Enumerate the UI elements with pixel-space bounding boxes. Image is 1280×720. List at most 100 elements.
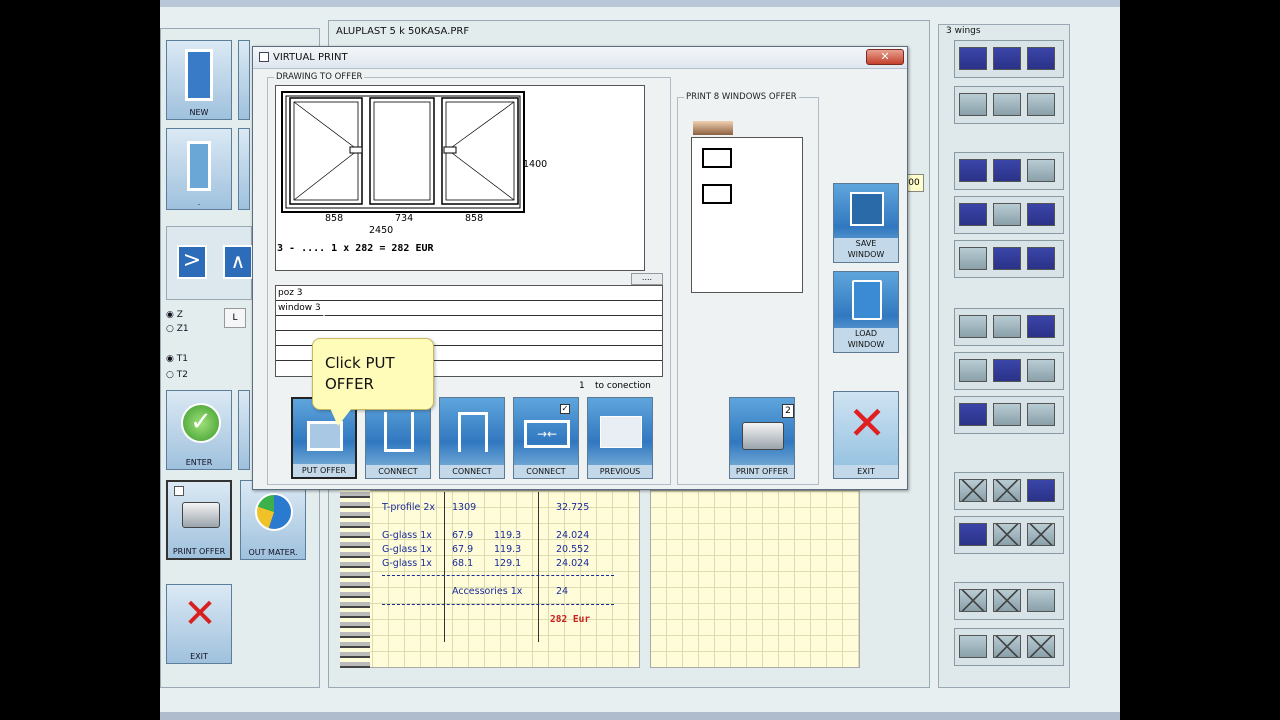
radio-t2[interactable]: ○ T2 [166,370,206,380]
dim-total: 2450 [369,225,394,236]
nb-row0-b: 1309 [452,502,477,513]
wing-config-option[interactable] [954,152,1064,190]
wing-pane [1027,159,1055,182]
wing-pane [959,159,987,182]
wing-config-option[interactable] [954,582,1064,620]
dialog-exit-label: EXIT [834,465,898,478]
nb-row1-c: 119.3 [494,530,522,541]
print-offer-label: PRINT OFFER [730,465,794,478]
dialog-title-bar: VIRTUAL PRINT ✕ [253,47,907,69]
checkbox[interactable]: ✓ [560,404,570,414]
wing-pane [1027,47,1055,70]
wing-pane [959,479,987,502]
dialog-exit-button[interactable]: ✕ EXIT [833,391,899,479]
wing-config-option[interactable] [954,396,1064,434]
nb-row3-b: 68.1 [452,558,474,569]
dot-label: . [197,198,201,207]
mini-window-icon [702,184,732,204]
print-count-badge: 2 [782,404,794,418]
nb-row1-b: 67.9 [452,530,474,541]
wing-config-option[interactable] [954,40,1064,78]
print-offer-button[interactable]: 2 PRINT OFFER [729,397,795,479]
connection-count: 1 [579,381,585,391]
printer-icon [742,422,784,450]
wing-config-option[interactable] [954,308,1064,346]
wing-pane [959,247,987,270]
mouse-cursor [319,305,329,317]
notebook-page-left [340,490,640,668]
wing-config-option[interactable] [954,516,1064,554]
previous-label: PREVIOUS [588,465,652,478]
tooltip-tail [330,408,352,426]
x-icon: ✕ [183,591,217,637]
nb-accessories-value: 24 [556,586,569,597]
notebook-page-right [650,490,860,668]
wing-config-option[interactable] [954,352,1064,390]
single-window-button[interactable]: . [166,128,232,210]
dim-w1: 858 [325,213,344,224]
arrows-icon: →← [524,420,570,448]
side-button-3[interactable] [238,390,250,470]
l-button[interactable]: L [224,308,246,328]
connect-label-1: CONNECT [366,465,430,478]
wing-pane [993,315,1021,338]
more-button[interactable]: .... [631,273,663,285]
connect-button-2[interactable]: CONNECT [439,397,505,479]
wing-pane [959,403,987,426]
wing-pane [959,359,987,382]
wing-pane [993,247,1021,270]
wing-config-option[interactable] [954,196,1064,234]
previous-button[interactable]: PREVIOUS [587,397,653,479]
note-row[interactable]: window 3 [276,301,662,316]
radio-z1[interactable]: ○ Z1 [166,324,206,334]
out-mater-button[interactable]: OUT MATER. [240,480,306,560]
checkbox[interactable] [174,486,184,496]
nb-divider [382,575,614,576]
new-button[interactable]: NEW [166,40,232,120]
radio-t1[interactable]: ◉ T1 [166,354,206,364]
wing-pane [959,589,987,612]
close-button[interactable]: ✕ [866,49,904,65]
printer-icon [182,502,220,528]
wing-pane [1027,523,1055,546]
left-exit-button[interactable]: ✕ EXIT [166,584,232,664]
wing-pane [993,523,1021,546]
wing-pane [993,403,1021,426]
up-arrow-icon[interactable]: ∧ [223,245,253,279]
radio-t2-label: T2 [176,370,188,380]
connect-icon [458,412,488,452]
side-button-1[interactable] [238,40,250,120]
nb-row2-a: G-glass 1x [382,544,432,555]
radio-z1-label: Z1 [176,324,189,334]
notebook-col-line [538,492,539,642]
out-mater-label: OUT MATER. [248,548,298,557]
save-window-button[interactable]: SAVE WINDOW [833,183,899,263]
nb-total: 282 Eur [550,614,591,625]
note-row[interactable] [276,316,662,331]
wing-config-option[interactable] [954,628,1064,666]
wing-pane [959,635,987,658]
note-row[interactable]: poz 3 [276,286,662,301]
check-icon: ✓ [181,403,221,443]
connect-button-3[interactable]: ✓ →← CONNECT [513,397,579,479]
mini-window-icon [702,148,732,168]
wing-config-option[interactable] [954,240,1064,278]
tooltip: Click PUT OFFER [312,338,434,410]
nb-row1-d: 24.024 [556,530,590,541]
side-button-2[interactable] [238,128,250,210]
left-print-offer-button[interactable]: PRINT OFFER [166,480,232,560]
app-screen: NEW . > ∧ ◉ Z ○ Z1 L ◉ T1 ○ T2 ✓ ENTER P… [160,0,1120,720]
wing-config-option[interactable] [954,86,1064,124]
wing-config-option[interactable] [954,472,1064,510]
load-window-button[interactable]: LOAD WINDOW [833,271,899,353]
wing-pane [993,635,1021,658]
wing-pane [959,47,987,70]
nb-row3-a: G-glass 1x [382,558,432,569]
print8-group-title: PRINT 8 WINDOWS OFFER [684,92,799,102]
wing-pane [1027,479,1055,502]
enter-button[interactable]: ✓ ENTER [166,390,232,470]
drawing-group-title: DRAWING TO OFFER [274,72,365,82]
connection-label: to conection [595,381,651,391]
radio-z[interactable]: ◉ Z [166,310,206,320]
right-arrow-icon[interactable]: > [177,245,207,279]
